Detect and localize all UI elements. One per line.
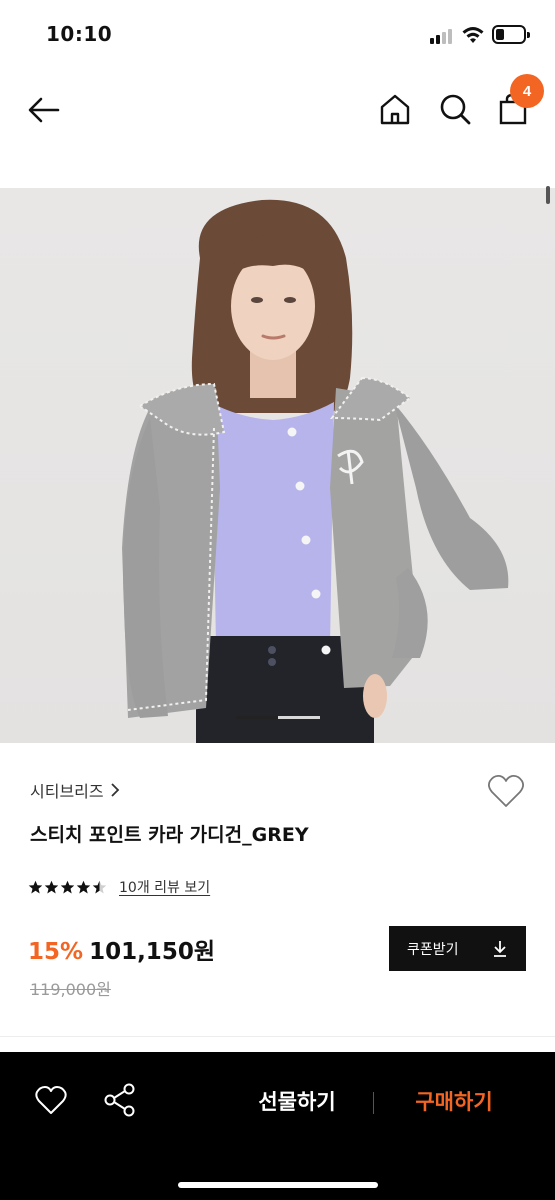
coupon-button[interactable]: 쿠폰받기 <box>389 926 526 971</box>
star-icon <box>60 880 75 893</box>
cellular-signal-icon <box>430 28 456 44</box>
battery-icon <box>492 25 530 44</box>
sale-price: 101,150원 <box>89 939 215 965</box>
scroll-indicator <box>546 186 550 204</box>
product-title: 스티치 포인트 카라 가디건_GREY <box>30 824 309 846</box>
cart-count-badge: 4 <box>510 74 544 108</box>
home-icon[interactable] <box>376 90 414 128</box>
star-icon <box>44 880 59 893</box>
top-nav: 4 <box>0 70 555 150</box>
coupon-button-label: 쿠폰받기 <box>407 941 459 958</box>
image-pager-indicator <box>236 716 278 719</box>
status-time: 10:10 <box>46 22 113 46</box>
heart-icon[interactable] <box>34 1084 68 1116</box>
chevron-right-icon <box>110 783 119 797</box>
status-bar: 10:10 <box>0 0 555 70</box>
brand-name: 시티브리즈 <box>30 782 104 801</box>
brand-link[interactable]: 시티브리즈 <box>30 778 120 802</box>
search-icon[interactable] <box>436 90 474 128</box>
gift-button[interactable]: 선물하기 <box>238 1086 356 1116</box>
divider <box>0 1036 555 1037</box>
star-icon <box>92 880 107 893</box>
button-separator <box>373 1092 374 1114</box>
back-arrow-icon[interactable] <box>24 92 64 128</box>
product-image[interactable] <box>0 188 555 743</box>
battery-level <box>496 29 504 40</box>
review-link[interactable]: 10개 리뷰 보기 <box>119 877 210 897</box>
share-icon[interactable] <box>103 1082 137 1118</box>
wifi-icon <box>462 27 484 43</box>
bottom-action-bar: 선물하기 구매하기 <box>0 1052 555 1200</box>
wishlist-heart-icon[interactable] <box>486 772 526 810</box>
rating-row: 10개 리뷰 보기 <box>28 877 210 897</box>
product-photo <box>122 199 509 743</box>
buy-button[interactable]: 구매하기 <box>395 1086 513 1116</box>
discount-rate: 15% <box>28 939 84 965</box>
star-icon <box>28 880 43 893</box>
star-rating <box>28 880 107 895</box>
price-row: 15% 101,150원 <box>28 932 215 966</box>
star-icon <box>76 880 91 893</box>
home-indicator <box>178 1182 378 1188</box>
download-icon <box>494 940 506 957</box>
original-price: 119,000원 <box>30 980 111 999</box>
